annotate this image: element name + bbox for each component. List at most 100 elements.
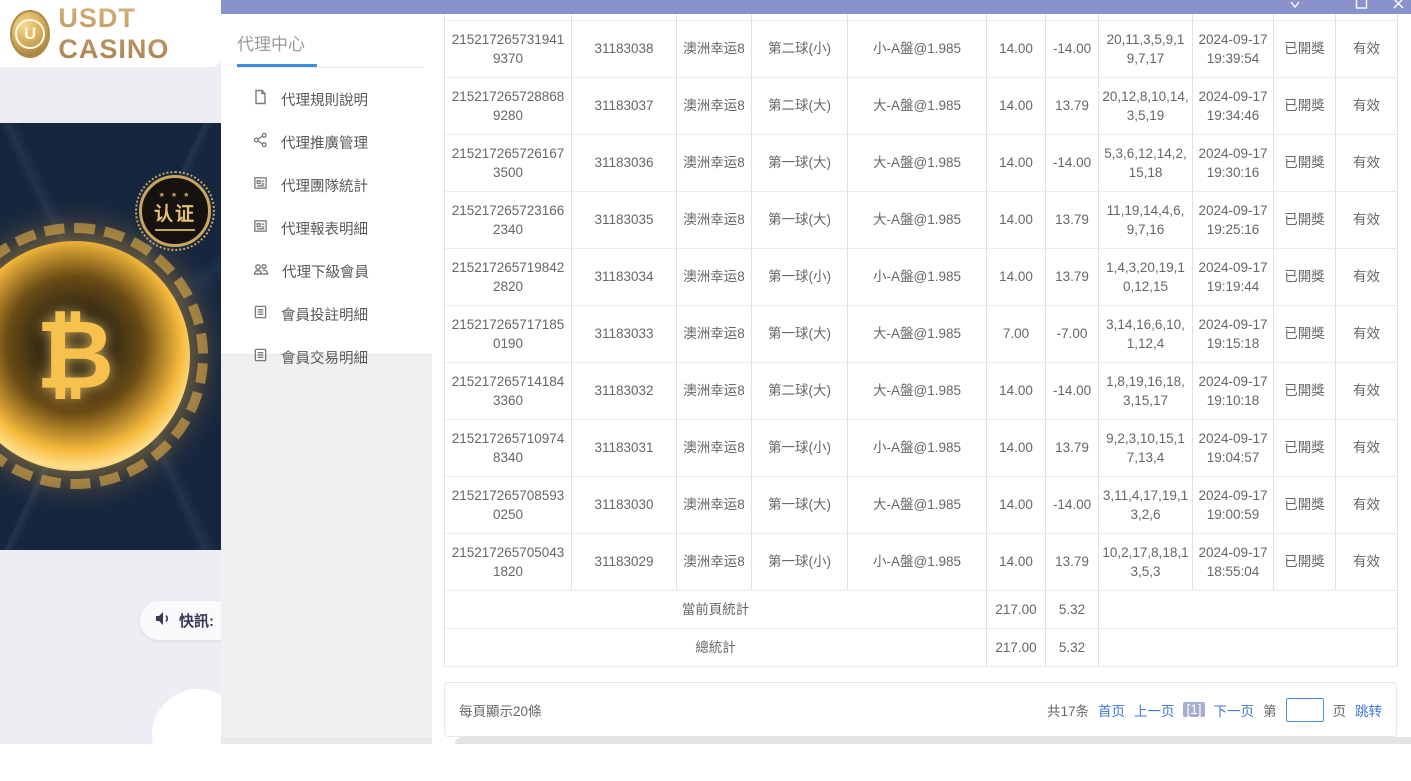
cell-valid: 有效	[1336, 20, 1398, 77]
cell-amount: 14.00	[987, 476, 1046, 533]
cell-game: 澳洲幸运8	[677, 476, 752, 533]
cell-game: 澳洲幸运8	[677, 20, 752, 77]
cell-content: 大-A盤@1.985	[848, 77, 987, 134]
next-page-link[interactable]: 下一页	[1214, 700, 1255, 720]
cell-winloss: -14.00	[1046, 20, 1099, 77]
cell-valid: 有效	[1336, 305, 1398, 362]
cell-play: 第一球(小)	[752, 419, 848, 476]
jump-action-link[interactable]: 跳转	[1355, 700, 1382, 720]
cell-amount: 14.00	[987, 533, 1046, 590]
cell-content: 小-A盤@1.985	[848, 533, 987, 590]
cell-valid: 有效	[1336, 476, 1398, 533]
cell-content: 大-A盤@1.985	[848, 476, 987, 533]
total-summary-amount: 217.00	[987, 628, 1046, 666]
cell-content: 大-A盤@1.985	[848, 305, 987, 362]
bet-detail-table: 215217265731941937031183038澳洲幸运8第二球(小)小-…	[444, 14, 1398, 667]
cell-time: 2024-09-17 19:15:18	[1193, 305, 1274, 362]
bet-detail-table-wrap: 215217265731941937031183038澳洲幸运8第二球(小)小-…	[444, 14, 1397, 667]
cell-order: 2152172657319419370	[445, 20, 572, 77]
cell-status: 已開獎	[1274, 20, 1336, 77]
prev-page-link[interactable]: 上一页	[1134, 700, 1175, 720]
sidebar-item-0[interactable]: 代理規則說明	[221, 78, 432, 121]
total-count-label: 共17条	[1047, 700, 1089, 720]
sidebar-item-3[interactable]: 代理報表明細	[221, 207, 432, 250]
share-icon	[253, 132, 268, 153]
sidebar-item-label: 代理規則說明	[281, 89, 368, 110]
cell-game: 澳洲幸运8	[677, 419, 752, 476]
cell-numbers: 1,8,19,16,18,3,15,17	[1099, 362, 1193, 419]
sidebar-item-label: 代理下級會員	[282, 261, 369, 282]
bet-table-row: 215217265717185019031183033澳洲幸运8第一球(大)大-…	[445, 305, 1398, 362]
cell-play: 第一球(小)	[752, 533, 848, 590]
cell-winloss: -14.00	[1046, 476, 1099, 533]
sidebar-item-2[interactable]: 代理團隊統計	[221, 164, 432, 207]
cell-valid: 有效	[1336, 191, 1398, 248]
cell-period: 31183038	[572, 20, 677, 77]
cell-play: 第一球(大)	[752, 305, 848, 362]
cell-period: 31183033	[572, 305, 677, 362]
logo-letter: U	[15, 19, 45, 49]
cell-order: 2152172657231662340	[445, 191, 572, 248]
cell-content: 小-A盤@1.985	[848, 248, 987, 305]
cell-valid: 有效	[1336, 419, 1398, 476]
first-page-link[interactable]: 首页	[1098, 700, 1125, 720]
bet-table-row: 215217265726167350031183036澳洲幸运8第一球(大)大-…	[445, 134, 1398, 191]
sidebar-item-1[interactable]: 代理推廣管理	[221, 121, 432, 164]
badge-stars: ★ ★ ★	[159, 191, 192, 199]
chevron-down-icon[interactable]	[1289, 0, 1301, 10]
sidebar-item-5[interactable]: 會員投註明細	[221, 293, 432, 336]
cell-numbers: 1,4,3,20,19,10,12,15	[1099, 248, 1193, 305]
cell-status: 已開獎	[1274, 362, 1336, 419]
cell-time: 2024-09-17 19:04:57	[1193, 419, 1274, 476]
page-summary-amount: 217.00	[987, 590, 1046, 628]
cell-winloss: 13.79	[1046, 419, 1099, 476]
cell-order: 2152172657198422820	[445, 248, 572, 305]
cell-numbers: 9,2,3,10,15,17,13,4	[1099, 419, 1193, 476]
cell-time: 2024-09-17 19:39:54	[1193, 20, 1274, 77]
close-icon[interactable]	[1392, 0, 1405, 10]
cell-game: 澳洲幸运8	[677, 191, 752, 248]
cell-game: 澳洲幸运8	[677, 134, 752, 191]
bitcoin-symbol: ₿	[36, 301, 114, 411]
badge-label: 认证	[154, 199, 196, 226]
bet-table-row: 215217265708593025031183030澳洲幸运8第一球(大)大-…	[445, 476, 1398, 533]
cell-numbers: 3,14,16,6,10,1,12,4	[1099, 305, 1193, 362]
cell-numbers: 10,2,17,8,18,13,5,3	[1099, 533, 1193, 590]
divider	[237, 67, 424, 68]
cell-period: 31183031	[572, 419, 677, 476]
sidebar-item-6[interactable]: 會員交易明細	[221, 336, 432, 379]
bet-table-row: 215217265710974834031183031澳洲幸运8第一球(小)小-…	[445, 419, 1398, 476]
cell-status: 已開獎	[1274, 191, 1336, 248]
cell-period: 31183030	[572, 476, 677, 533]
cell-winloss: 13.79	[1046, 77, 1099, 134]
cell-amount: 14.00	[987, 134, 1046, 191]
cell-status: 已開獎	[1274, 305, 1336, 362]
cell-amount: 14.00	[987, 20, 1046, 77]
bet-table-row: 215217265705043182031183029澳洲幸运8第一球(小)小-…	[445, 533, 1398, 590]
page-number-input[interactable]	[1286, 698, 1324, 722]
brand-logo[interactable]: U USDT CASINO	[0, 0, 221, 67]
sidebar-item-4[interactable]: 代理下級會員	[221, 250, 432, 293]
cell-order: 2152172657261673500	[445, 134, 572, 191]
cell-valid: 有效	[1336, 248, 1398, 305]
current-page-indicator: [1]	[1183, 702, 1204, 717]
cell-valid: 有效	[1336, 533, 1398, 590]
cell-play: 第一球(大)	[752, 134, 848, 191]
maximize-icon[interactable]	[1355, 0, 1368, 10]
cell-content: 大-A盤@1.985	[848, 134, 987, 191]
jump-prefix-label: 第	[1263, 700, 1277, 720]
ticker-label: 快訊:	[179, 610, 214, 631]
cell-valid: 有效	[1336, 77, 1398, 134]
cell-order: 2152172657050431820	[445, 533, 572, 590]
jump-suffix-label: 页	[1333, 700, 1347, 720]
cell-content: 小-A盤@1.985	[848, 419, 987, 476]
list-icon	[253, 304, 268, 325]
cell-amount: 7.00	[987, 305, 1046, 362]
cell-time: 2024-09-17 19:19:44	[1193, 248, 1274, 305]
cell-game: 澳洲幸运8	[677, 533, 752, 590]
cell-amount: 14.00	[987, 419, 1046, 476]
cell-status: 已開獎	[1274, 134, 1336, 191]
cell-amount: 14.00	[987, 77, 1046, 134]
cell-period: 31183036	[572, 134, 677, 191]
speaker-icon	[155, 611, 172, 630]
